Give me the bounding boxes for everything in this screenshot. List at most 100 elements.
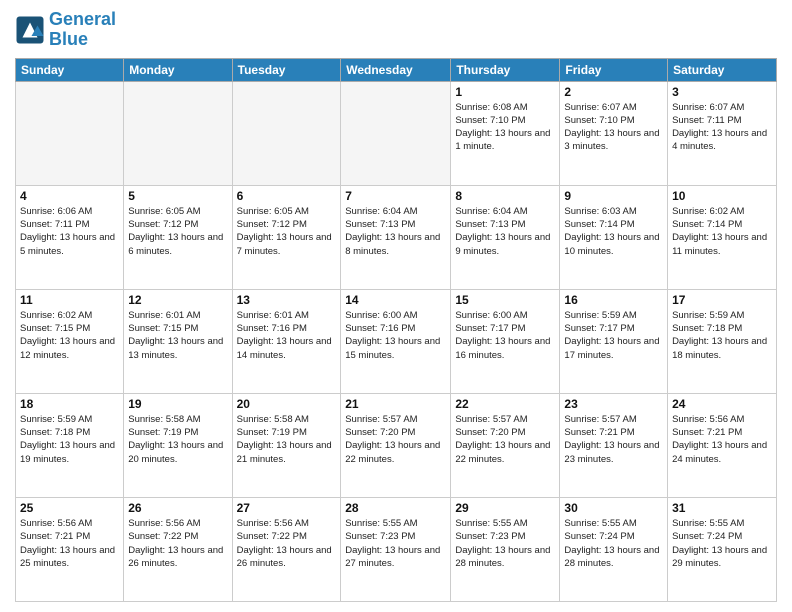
sunset-label: Sunset: 7:11 PM	[672, 115, 742, 126]
calendar-cell: 25 Sunrise: 5:56 AM Sunset: 7:21 PM Dayl…	[16, 497, 124, 601]
sunset-label: Sunset: 7:13 PM	[345, 219, 415, 230]
calendar-cell: 10 Sunrise: 6:02 AM Sunset: 7:14 PM Dayl…	[668, 185, 777, 289]
calendar-cell	[16, 81, 124, 185]
weekday-header-monday: Monday	[124, 58, 232, 81]
calendar-cell: 7 Sunrise: 6:04 AM Sunset: 7:13 PM Dayli…	[341, 185, 451, 289]
sunset-label: Sunset: 7:11 PM	[20, 219, 90, 230]
day-number: 2	[564, 85, 663, 99]
calendar-cell: 16 Sunrise: 5:59 AM Sunset: 7:17 PM Dayl…	[560, 289, 668, 393]
calendar-cell	[232, 81, 341, 185]
calendar-cell: 6 Sunrise: 6:05 AM Sunset: 7:12 PM Dayli…	[232, 185, 341, 289]
day-info: Sunrise: 6:00 AM Sunset: 7:16 PM Dayligh…	[345, 309, 446, 362]
day-number: 25	[20, 501, 119, 515]
sunset-label: Sunset: 7:22 PM	[237, 531, 307, 542]
calendar-cell: 29 Sunrise: 5:55 AM Sunset: 7:23 PM Dayl…	[451, 497, 560, 601]
weekday-header-wednesday: Wednesday	[341, 58, 451, 81]
calendar-table: SundayMondayTuesdayWednesdayThursdayFrid…	[15, 58, 777, 602]
daylight-label: Daylight: 13 hours and 24 minutes.	[672, 440, 767, 464]
day-number: 15	[455, 293, 555, 307]
sunset-label: Sunset: 7:15 PM	[20, 323, 90, 334]
daylight-label: Daylight: 13 hours and 3 minutes.	[564, 128, 659, 152]
day-info: Sunrise: 5:55 AM Sunset: 7:23 PM Dayligh…	[345, 517, 446, 570]
day-number: 5	[128, 189, 227, 203]
daylight-label: Daylight: 13 hours and 26 minutes.	[237, 545, 332, 569]
calendar-cell: 11 Sunrise: 6:02 AM Sunset: 7:15 PM Dayl…	[16, 289, 124, 393]
day-info: Sunrise: 6:05 AM Sunset: 7:12 PM Dayligh…	[237, 205, 337, 258]
sunrise-label: Sunrise: 5:59 AM	[564, 310, 636, 321]
day-number: 26	[128, 501, 227, 515]
day-info: Sunrise: 5:58 AM Sunset: 7:19 PM Dayligh…	[237, 413, 337, 466]
sunrise-label: Sunrise: 5:56 AM	[237, 518, 309, 529]
daylight-label: Daylight: 13 hours and 13 minutes.	[128, 336, 223, 360]
day-number: 27	[237, 501, 337, 515]
day-number: 29	[455, 501, 555, 515]
sunrise-label: Sunrise: 6:01 AM	[237, 310, 309, 321]
weekday-header-sunday: Sunday	[16, 58, 124, 81]
daylight-label: Daylight: 13 hours and 27 minutes.	[345, 545, 440, 569]
sunset-label: Sunset: 7:22 PM	[128, 531, 198, 542]
sunrise-label: Sunrise: 6:04 AM	[455, 206, 527, 217]
calendar-cell: 1 Sunrise: 6:08 AM Sunset: 7:10 PM Dayli…	[451, 81, 560, 185]
day-number: 23	[564, 397, 663, 411]
sunrise-label: Sunrise: 5:55 AM	[455, 518, 527, 529]
day-number: 9	[564, 189, 663, 203]
day-number: 30	[564, 501, 663, 515]
day-number: 1	[455, 85, 555, 99]
sunrise-label: Sunrise: 5:56 AM	[20, 518, 92, 529]
day-number: 16	[564, 293, 663, 307]
day-info: Sunrise: 5:55 AM Sunset: 7:24 PM Dayligh…	[672, 517, 772, 570]
day-info: Sunrise: 6:04 AM Sunset: 7:13 PM Dayligh…	[345, 205, 446, 258]
day-info: Sunrise: 6:01 AM Sunset: 7:16 PM Dayligh…	[237, 309, 337, 362]
daylight-label: Daylight: 13 hours and 14 minutes.	[237, 336, 332, 360]
calendar-cell: 24 Sunrise: 5:56 AM Sunset: 7:21 PM Dayl…	[668, 393, 777, 497]
sunrise-label: Sunrise: 5:55 AM	[564, 518, 636, 529]
day-number: 21	[345, 397, 446, 411]
day-info: Sunrise: 6:02 AM Sunset: 7:14 PM Dayligh…	[672, 205, 772, 258]
day-info: Sunrise: 5:56 AM Sunset: 7:22 PM Dayligh…	[128, 517, 227, 570]
day-info: Sunrise: 5:57 AM Sunset: 7:20 PM Dayligh…	[455, 413, 555, 466]
day-number: 14	[345, 293, 446, 307]
daylight-label: Daylight: 13 hours and 17 minutes.	[564, 336, 659, 360]
calendar-body: 1 Sunrise: 6:08 AM Sunset: 7:10 PM Dayli…	[16, 81, 777, 601]
day-info: Sunrise: 5:56 AM Sunset: 7:22 PM Dayligh…	[237, 517, 337, 570]
daylight-label: Daylight: 13 hours and 4 minutes.	[672, 128, 767, 152]
sunset-label: Sunset: 7:20 PM	[345, 427, 415, 438]
day-number: 13	[237, 293, 337, 307]
day-info: Sunrise: 6:05 AM Sunset: 7:12 PM Dayligh…	[128, 205, 227, 258]
sunset-label: Sunset: 7:14 PM	[564, 219, 634, 230]
calendar-cell: 5 Sunrise: 6:05 AM Sunset: 7:12 PM Dayli…	[124, 185, 232, 289]
sunset-label: Sunset: 7:18 PM	[672, 323, 742, 334]
day-info: Sunrise: 5:55 AM Sunset: 7:23 PM Dayligh…	[455, 517, 555, 570]
calendar-cell: 30 Sunrise: 5:55 AM Sunset: 7:24 PM Dayl…	[560, 497, 668, 601]
sunrise-label: Sunrise: 6:02 AM	[20, 310, 92, 321]
sunset-label: Sunset: 7:10 PM	[455, 115, 525, 126]
calendar-cell: 18 Sunrise: 5:59 AM Sunset: 7:18 PM Dayl…	[16, 393, 124, 497]
daylight-label: Daylight: 13 hours and 20 minutes.	[128, 440, 223, 464]
calendar-cell: 13 Sunrise: 6:01 AM Sunset: 7:16 PM Dayl…	[232, 289, 341, 393]
sunrise-label: Sunrise: 6:07 AM	[564, 102, 636, 113]
weekday-header-friday: Friday	[560, 58, 668, 81]
day-info: Sunrise: 5:56 AM Sunset: 7:21 PM Dayligh…	[672, 413, 772, 466]
day-number: 8	[455, 189, 555, 203]
sunrise-label: Sunrise: 6:08 AM	[455, 102, 527, 113]
sunrise-label: Sunrise: 5:57 AM	[564, 414, 636, 425]
sunrise-label: Sunrise: 6:07 AM	[672, 102, 744, 113]
day-number: 19	[128, 397, 227, 411]
sunrise-label: Sunrise: 6:04 AM	[345, 206, 417, 217]
daylight-label: Daylight: 13 hours and 22 minutes.	[345, 440, 440, 464]
day-info: Sunrise: 6:07 AM Sunset: 7:10 PM Dayligh…	[564, 101, 663, 154]
daylight-label: Daylight: 13 hours and 23 minutes.	[564, 440, 659, 464]
logo-text: General Blue	[49, 10, 116, 50]
sunrise-label: Sunrise: 6:06 AM	[20, 206, 92, 217]
daylight-label: Daylight: 13 hours and 26 minutes.	[128, 545, 223, 569]
sunrise-label: Sunrise: 5:57 AM	[455, 414, 527, 425]
calendar-cell: 23 Sunrise: 5:57 AM Sunset: 7:21 PM Dayl…	[560, 393, 668, 497]
daylight-label: Daylight: 13 hours and 9 minutes.	[455, 232, 550, 256]
calendar-cell: 20 Sunrise: 5:58 AM Sunset: 7:19 PM Dayl…	[232, 393, 341, 497]
sunset-label: Sunset: 7:14 PM	[672, 219, 742, 230]
daylight-label: Daylight: 13 hours and 22 minutes.	[455, 440, 550, 464]
calendar-cell: 17 Sunrise: 5:59 AM Sunset: 7:18 PM Dayl…	[668, 289, 777, 393]
daylight-label: Daylight: 13 hours and 15 minutes.	[345, 336, 440, 360]
sunset-label: Sunset: 7:16 PM	[237, 323, 307, 334]
calendar-cell: 28 Sunrise: 5:55 AM Sunset: 7:23 PM Dayl…	[341, 497, 451, 601]
